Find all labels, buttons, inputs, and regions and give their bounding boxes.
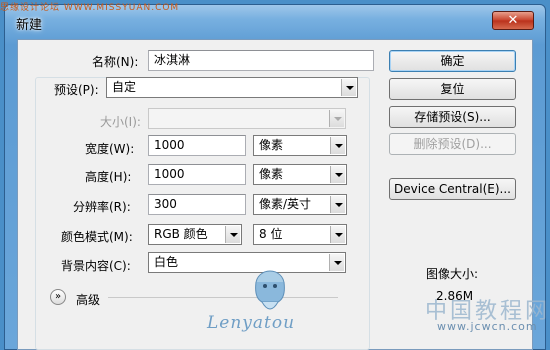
titlebar[interactable]: 新建 ✕ [4,6,546,33]
preset-value: 自定 [112,80,137,94]
background-value: 白色 [154,255,179,269]
advanced-label[interactable]: 高级 [76,291,100,308]
color-mode-value: RGB 颜色 [154,227,208,241]
chevron-down-icon [329,110,344,127]
image-size-label: 图像大小: [426,267,479,281]
close-button[interactable]: ✕ [492,11,534,30]
width-label: 宽度(W): [85,142,135,156]
ok-button[interactable]: 确定 [389,50,516,72]
device-central-button[interactable]: Device Central(E)... [389,178,516,200]
delete-preset-button[interactable]: 删除预设(D)... [389,133,516,155]
chevron-down-icon [341,79,356,96]
mascot-image [255,270,285,310]
color-mode-select[interactable]: RGB 颜色 [148,224,242,245]
close-icon: ✕ [507,13,519,28]
resolution-unit-value: 像素/英寸 [259,197,312,211]
height-unit-value: 像素 [259,167,284,181]
chevron-down-icon [330,196,345,213]
watermark-url: www.jcwcn.com [437,320,538,333]
bit-depth-select[interactable]: 8 位 [253,224,347,245]
height-unit-select[interactable]: 像素 [253,164,347,185]
resolution-unit-select[interactable]: 像素/英寸 [253,194,347,215]
preset-select[interactable]: 自定 [106,77,358,98]
chevron-down-icon [225,226,240,243]
bit-depth-value: 8 位 [259,227,283,241]
background-label: 背景内容(C): [61,259,131,273]
chevron-down-icon [330,226,345,243]
signature-watermark: Lenyatou [207,313,296,333]
size-select[interactable] [148,108,346,129]
resolution-input[interactable]: 300 [148,194,246,215]
height-label: 高度(H): [85,170,132,184]
chevron-down-icon [330,137,345,154]
advanced-separator [108,297,338,298]
name-label: 名称(N): [92,55,139,69]
width-input[interactable]: 1000 [148,135,246,156]
height-input[interactable]: 1000 [148,164,246,185]
save-preset-button[interactable]: 存储预设(S)... [389,106,516,128]
chevron-double-down-icon[interactable]: » [50,289,66,305]
width-unit-select[interactable]: 像素 [253,135,347,156]
size-label: 大小(I): [100,115,141,129]
chevron-down-icon [329,254,344,271]
window-title: 新建 [16,18,43,33]
chevron-down-icon [330,166,345,183]
name-input[interactable]: 冰淇淋 [148,50,374,71]
width-unit-value: 像素 [259,138,284,152]
reset-button[interactable]: 复位 [389,78,516,100]
preset-label: 预设(P): [54,83,99,97]
resolution-label: 分辨率(R): [73,200,131,214]
color-mode-label: 颜色模式(M): [61,230,133,244]
